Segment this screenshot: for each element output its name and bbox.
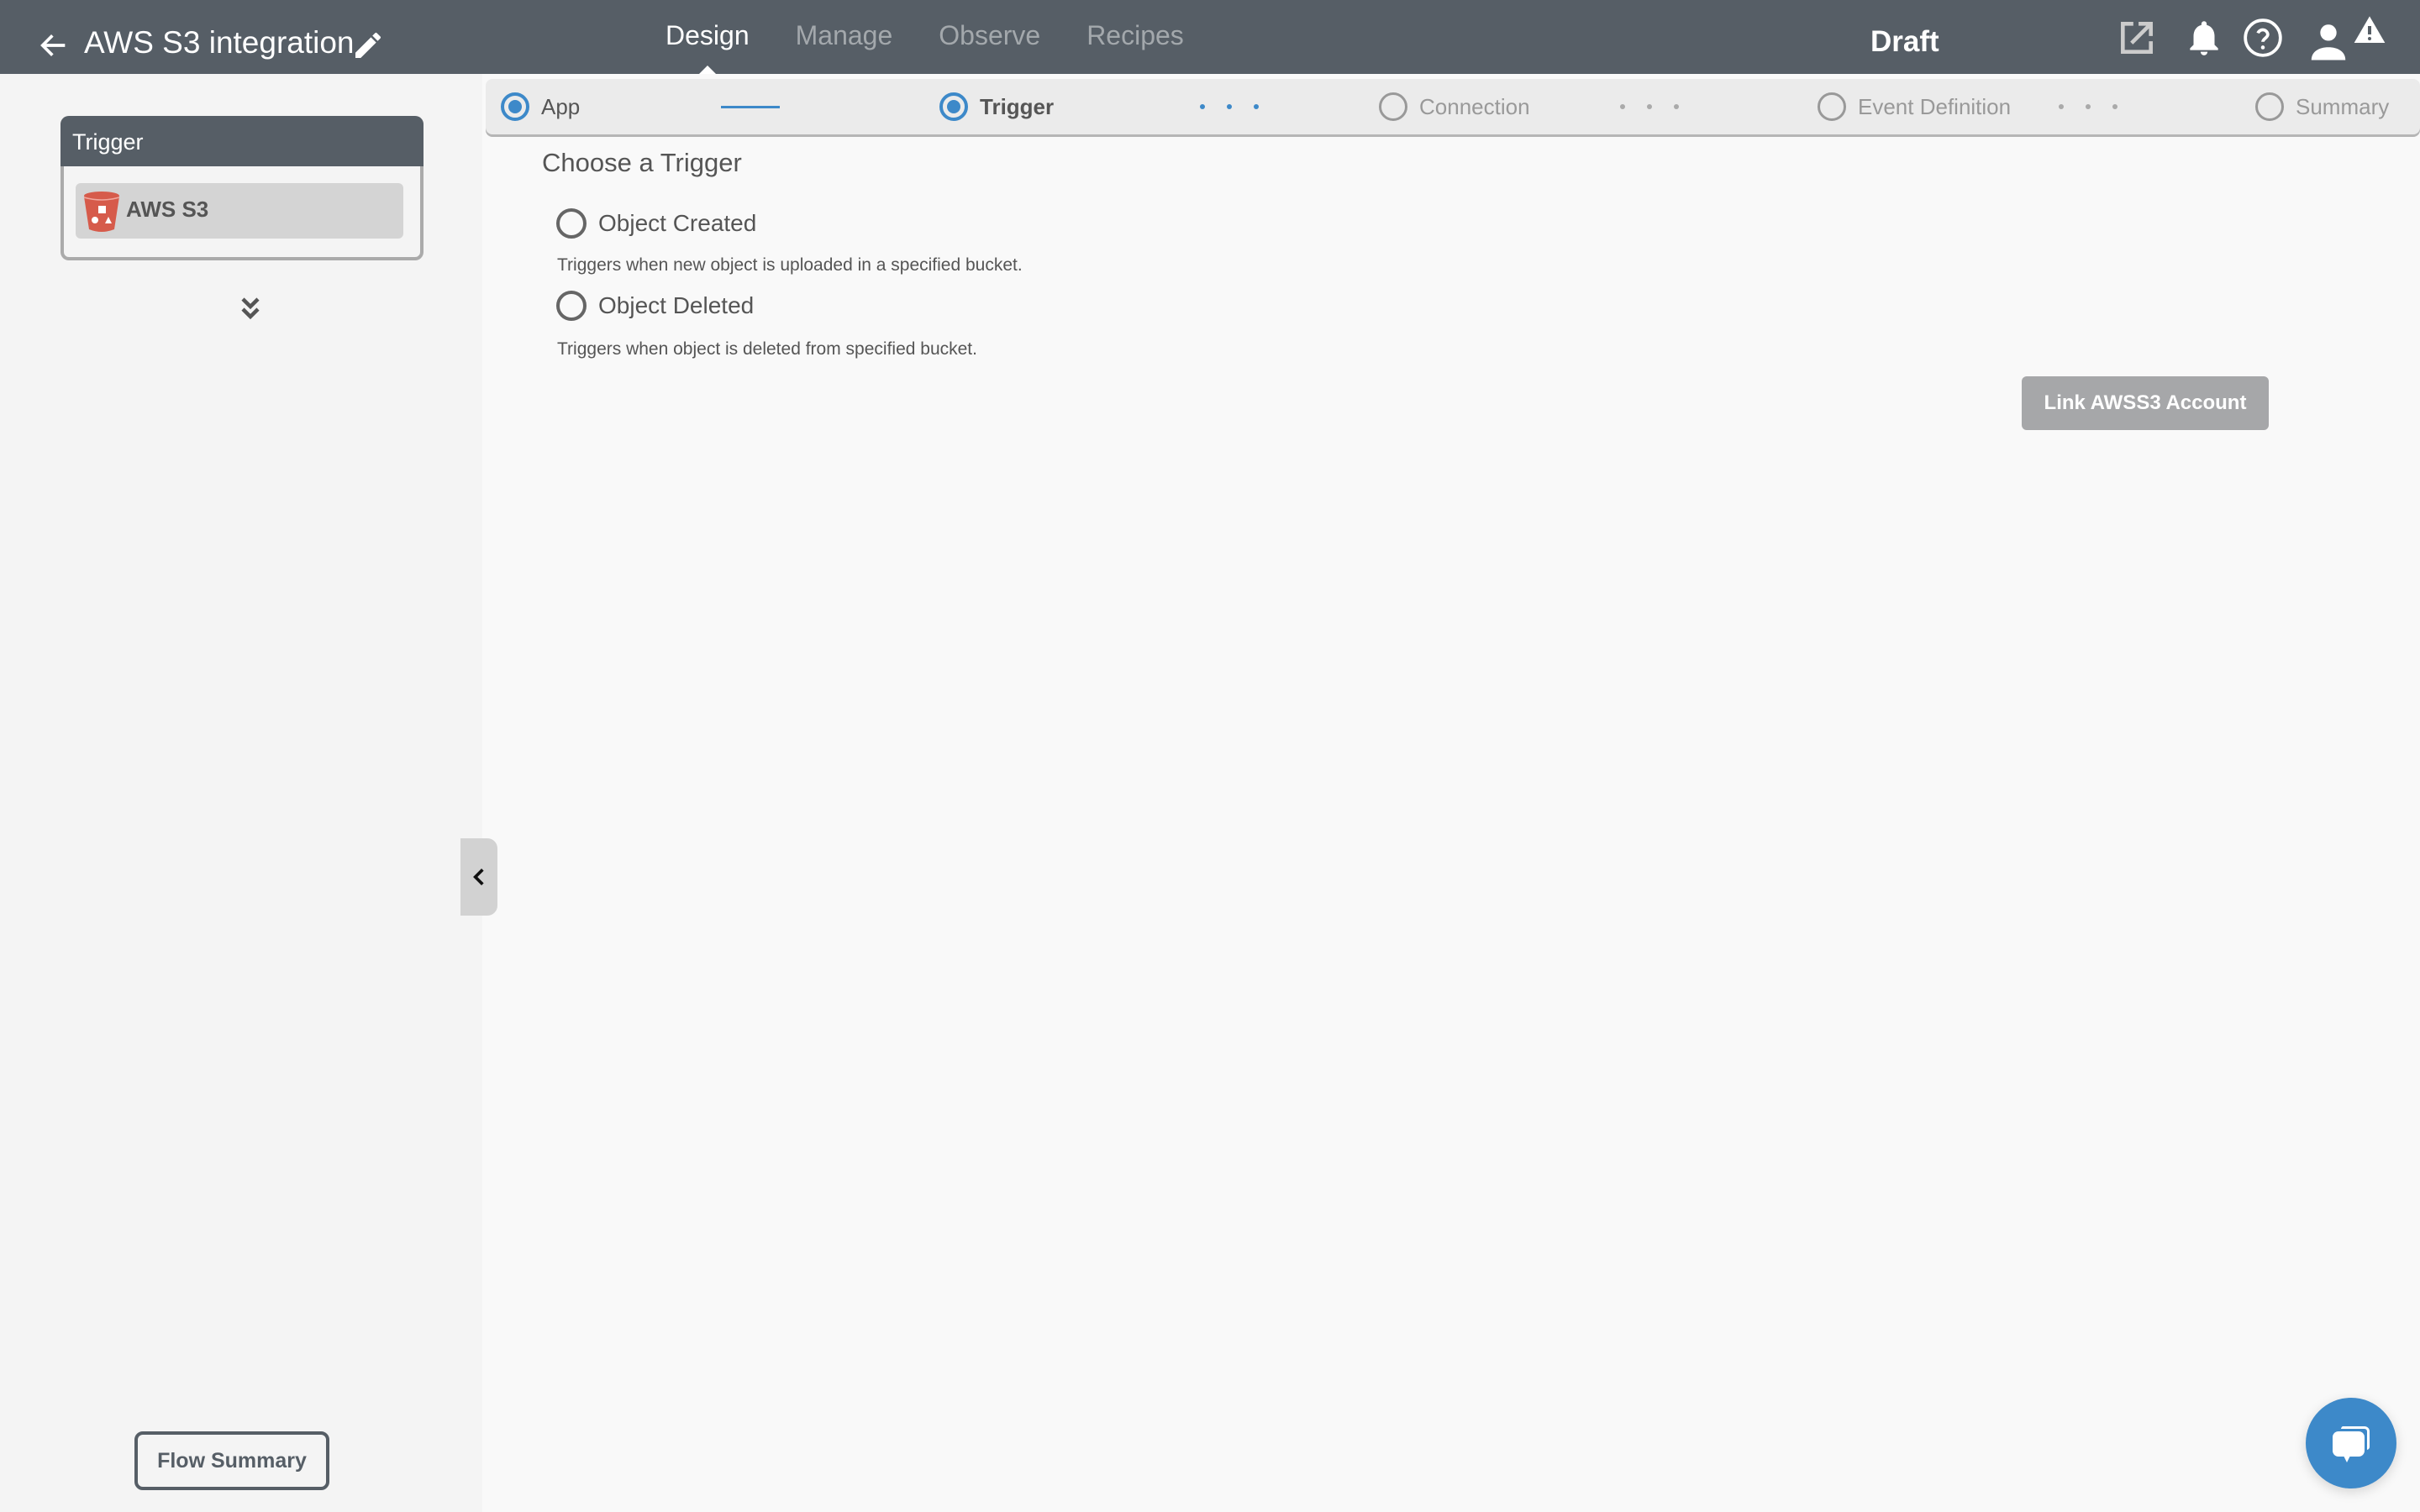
user-icon[interactable] (2304, 18, 2353, 64)
tab-recipes[interactable]: Recipes (1086, 18, 1184, 74)
warning-icon (2354, 16, 2386, 43)
trigger-card: Trigger AWS S3 (60, 116, 424, 260)
step-radio-icon (1379, 92, 1407, 121)
option-label: Object Deleted (598, 292, 755, 318)
step-radio-icon (939, 92, 968, 121)
option-description: Triggers when new object is uploaded in … (557, 255, 1023, 275)
chat-bubbles-icon (2333, 1426, 2370, 1462)
chevron-left-icon (473, 869, 484, 885)
option-object-created[interactable]: Object Created (556, 208, 756, 239)
radio-unchecked-icon[interactable] (556, 291, 587, 321)
step-radio-icon (1818, 92, 1846, 121)
trigger-card-title: Trigger (60, 116, 424, 166)
chat-launcher-button[interactable] (2306, 1398, 2396, 1488)
collapse-sidebar-handle[interactable] (460, 838, 497, 916)
tab-observe[interactable]: Observe (939, 18, 1040, 74)
step-connector-dots (2059, 104, 2118, 109)
arrow-left-icon[interactable] (37, 29, 71, 62)
trigger-app-chip[interactable]: AWS S3 (76, 183, 403, 239)
flow-sidebar: Trigger AWS S3 Flow Summary (0, 74, 482, 1512)
status-badge: Draft (1870, 25, 1939, 58)
tab-manage[interactable]: Manage (796, 18, 893, 74)
step-label: App (541, 93, 581, 119)
aws-s3-bucket-icon (83, 192, 120, 232)
external-link-icon[interactable] (2116, 17, 2158, 59)
step-event-definition[interactable]: Event Definition (1818, 79, 2011, 134)
step-radio-icon (501, 92, 529, 121)
step-connector-complete (721, 106, 780, 108)
step-radio-icon (2255, 92, 2284, 121)
step-trigger[interactable]: Trigger (939, 79, 1054, 134)
step-summary[interactable]: Summary (2255, 79, 2389, 134)
step-connector-dots (1620, 104, 1679, 109)
option-object-deleted[interactable]: Object Deleted (556, 291, 754, 321)
flow-summary-button[interactable]: Flow Summary (134, 1431, 329, 1490)
bell-icon[interactable] (2183, 17, 2225, 59)
step-label: Summary (2296, 93, 2390, 119)
double-chevron-down-icon[interactable] (235, 294, 266, 324)
option-description: Triggers when object is deleted from spe… (557, 339, 977, 359)
flow-title: AWS S3 integration (84, 25, 355, 60)
radio-unchecked-icon[interactable] (556, 208, 587, 239)
top-bar: AWS S3 integration Design Manage Observe… (0, 0, 2420, 74)
help-circle-icon[interactable] (2242, 17, 2284, 59)
main-tabs: Design Manage Observe Recipes (666, 18, 1230, 74)
step-connector-dots (1200, 104, 1259, 109)
step-label: Trigger (980, 93, 1055, 119)
step-connection[interactable]: Connection (1379, 79, 1530, 134)
wizard-stepper: App Trigger Connection Event Definition … (486, 79, 2420, 134)
tab-design[interactable]: Design (666, 18, 750, 74)
step-label: Event Definition (1858, 93, 2012, 119)
step-app[interactable]: App (501, 79, 580, 134)
step-label: Connection (1419, 93, 1530, 119)
option-label: Object Created (598, 210, 757, 236)
page-title: Choose a Trigger (542, 148, 742, 177)
trigger-app-name: AWS S3 (126, 197, 209, 222)
pencil-icon[interactable] (351, 29, 385, 62)
link-account-button[interactable]: Link AWSS3 Account (2022, 376, 2269, 430)
